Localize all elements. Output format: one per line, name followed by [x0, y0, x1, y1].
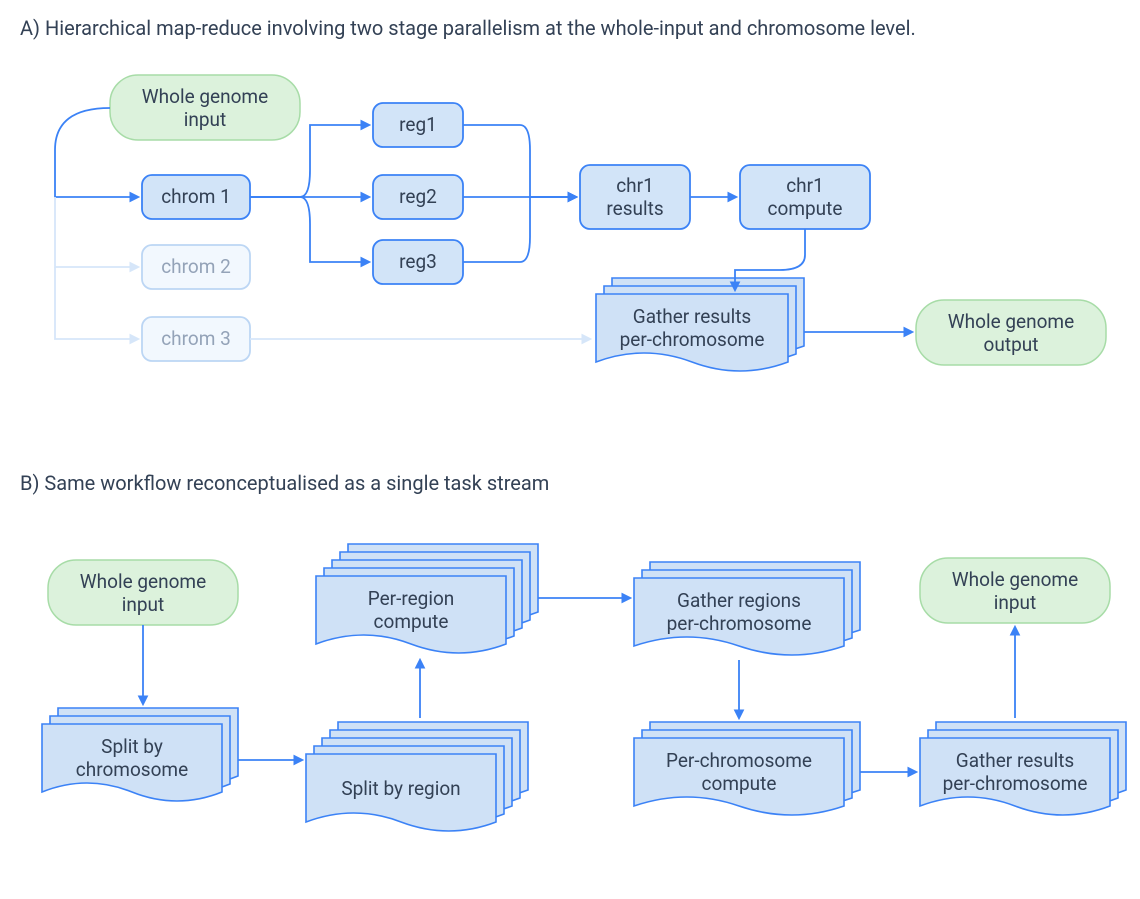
b-whole-genome-output: Whole genome input [920, 558, 1110, 623]
a-gather-results: Gather results per-chromosome [596, 278, 804, 371]
svg-text:per-chromosome: per-chromosome [943, 772, 1088, 795]
a-chrom-2: chrom 2 [142, 245, 250, 289]
svg-text:chr1: chr1 [616, 174, 654, 197]
svg-text:per-chromosome: per-chromosome [620, 328, 765, 351]
svg-text:Split by region: Split by region [341, 777, 460, 800]
svg-text:reg2: reg2 [399, 185, 437, 208]
a-reg-3: reg3 [373, 240, 463, 284]
a-chrom-1: chrom 1 [142, 175, 250, 219]
svg-text:chromosome: chromosome [76, 758, 188, 781]
arrow [463, 125, 576, 197]
b-gather-regions: Gather regions per-chromosome [634, 562, 860, 655]
a-whole-genome-output: Whole genome output [916, 300, 1106, 365]
svg-text:Gather results: Gather results [956, 749, 1074, 772]
svg-text:input: input [994, 591, 1036, 614]
svg-text:compute: compute [702, 772, 777, 795]
svg-text:chrom 2: chrom 2 [161, 255, 231, 278]
heading-a: A) Hierarchical map-reduce involving two… [20, 16, 916, 40]
b-per-region-compute: Per-region compute [316, 544, 538, 653]
svg-text:results: results [606, 197, 663, 220]
arrow [250, 197, 369, 262]
arrow-faded [55, 267, 138, 339]
b-per-chrom-compute: Per-chromosome compute [634, 722, 860, 815]
svg-text:output: output [984, 333, 1039, 356]
svg-text:chr1: chr1 [786, 174, 824, 197]
svg-text:reg3: reg3 [399, 250, 437, 273]
b-gather-results: Gather results per-chromosome [920, 722, 1126, 815]
a-whole-genome-input: Whole genome input [110, 75, 300, 140]
svg-text:compute: compute [768, 197, 843, 220]
b-split-by-chromosome: Split by chromosome [42, 708, 238, 801]
svg-text:compute: compute [374, 610, 449, 633]
a-reg-1: reg1 [373, 103, 463, 147]
svg-text:Gather regions: Gather regions [677, 589, 801, 612]
svg-text:Whole genome: Whole genome [948, 310, 1074, 333]
svg-text:Gather results: Gather results [633, 305, 751, 328]
heading-b: B) Same workflow reconceptualised as a s… [20, 471, 549, 495]
svg-text:chrom 3: chrom 3 [161, 327, 231, 350]
svg-text:chrom 1: chrom 1 [161, 185, 231, 208]
svg-text:input: input [122, 593, 164, 616]
b-split-by-region: Split by region [306, 722, 528, 831]
svg-text:input: input [184, 108, 226, 131]
a-chr1-compute: chr1 compute [740, 165, 870, 229]
svg-text:Split by: Split by [101, 735, 163, 758]
svg-text:per-chromosome: per-chromosome [667, 612, 812, 635]
arrow [463, 197, 576, 262]
svg-text:reg1: reg1 [399, 113, 437, 136]
arrow-faded [55, 197, 138, 267]
a-chrom-3: chrom 3 [142, 317, 250, 361]
svg-text:Whole genome: Whole genome [80, 570, 206, 593]
svg-text:Whole genome: Whole genome [142, 85, 268, 108]
svg-text:Whole genome: Whole genome [952, 568, 1078, 591]
a-reg-2: reg2 [373, 175, 463, 219]
b-whole-genome-input: Whole genome input [48, 560, 238, 625]
svg-text:Per-chromosome: Per-chromosome [666, 749, 812, 772]
a-chr1-results: chr1 results [580, 165, 690, 229]
svg-text:Per-region: Per-region [368, 587, 455, 610]
